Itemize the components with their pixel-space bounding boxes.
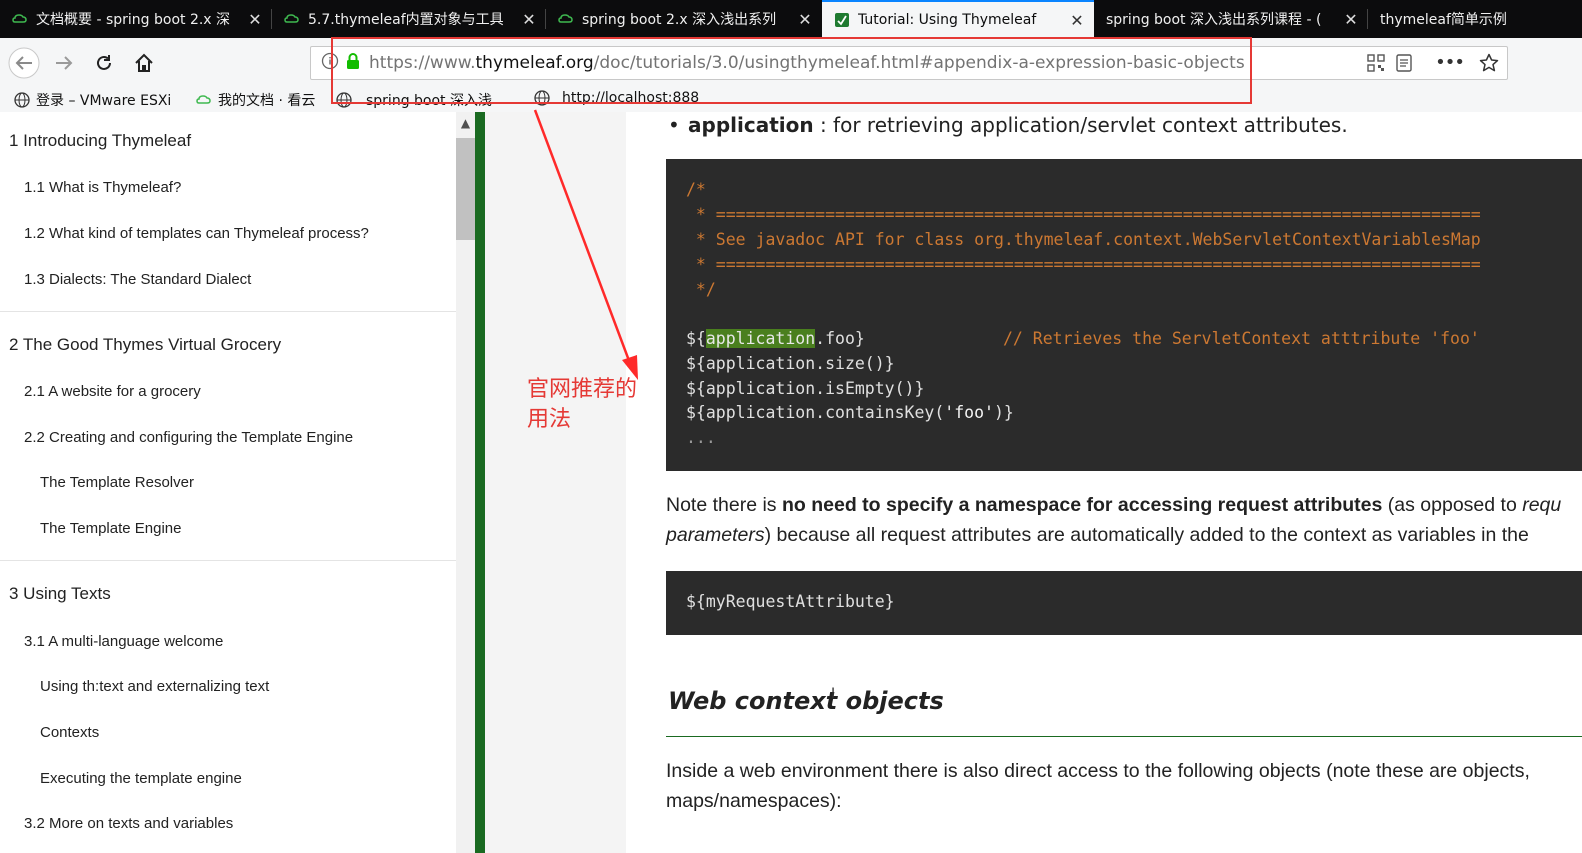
text-cursor-icon: I <box>831 686 836 702</box>
annotation-arrow <box>533 109 638 380</box>
